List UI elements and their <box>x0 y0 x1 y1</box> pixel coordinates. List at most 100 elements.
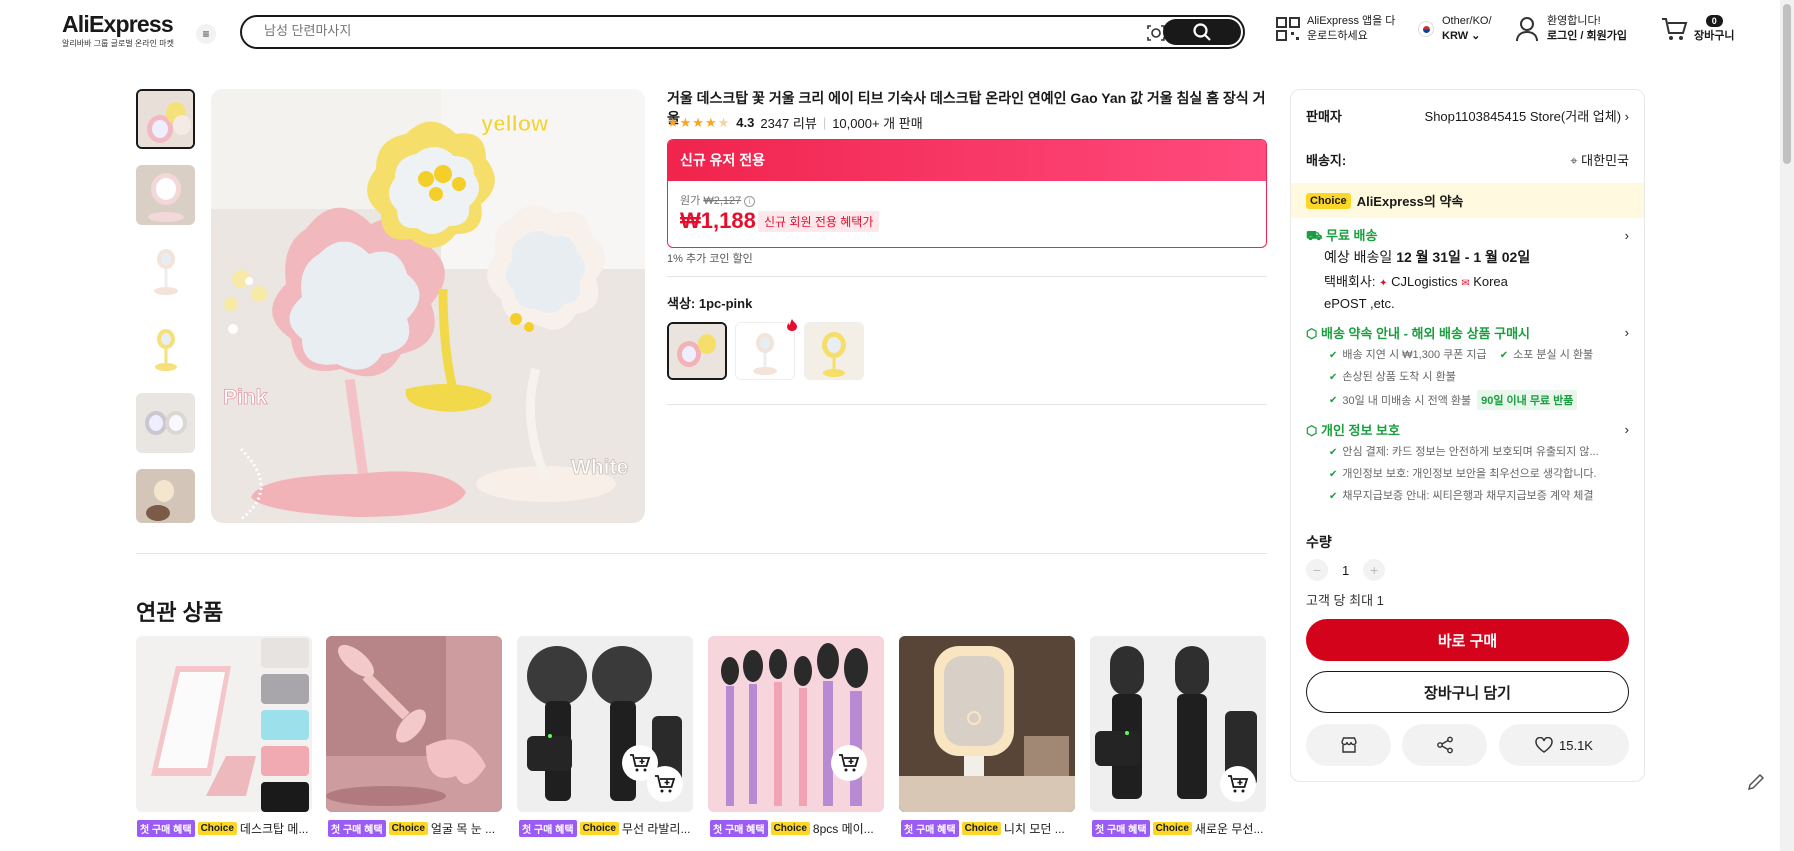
related-product-caption[interactable]: 첫 구매 혜택 Choice 얼굴 목 눈 ... <box>328 820 508 837</box>
seller-name[interactable]: Shop1103845415 Store(거래 업체) <box>1425 109 1622 124</box>
add-to-cart-icon[interactable] <box>831 745 867 781</box>
related-product-caption[interactable]: 첫 구매 혜택 Choice 무선 라발리... <box>519 820 699 837</box>
promise-line-2: ✔ 손상된 상품 도착 시 환불 <box>1329 368 1456 384</box>
edit-pencil-icon[interactable] <box>1744 770 1768 794</box>
related-product-card[interactable] <box>708 636 884 812</box>
choice-promise-text: AliExpress의 약속 <box>1356 194 1464 209</box>
promo-header: 신규 유저 전용 <box>668 140 1266 181</box>
seller-label: 판매자 <box>1306 109 1342 124</box>
scrollbar-thumb[interactable] <box>1783 4 1791 164</box>
related-product-name: 데스크탑 메... <box>239 822 309 836</box>
promise-line-1: ✔ 배송 지연 시 ₩1,300 쿠폰 지급 ✔ 소포 분실 시 환불 <box>1329 346 1593 362</box>
free-return-badge: 90일 이내 무료 반품 <box>1477 390 1578 410</box>
related-product-caption[interactable]: 첫 구매 혜택 Choice 새로운 무선... <box>1092 820 1272 837</box>
thumbnail-3[interactable] <box>136 241 195 301</box>
location-pin-icon: ⌖ <box>1570 153 1578 168</box>
thumbnail-1[interactable] <box>136 89 195 149</box>
shield-icon: ⬡ <box>1306 326 1318 341</box>
privacy-item: 채무지급보증 안내: 씨티은행과 채무지급보증 계약 체결 <box>1342 490 1594 502</box>
aliexpress-logo[interactable]: AliExpress 알리바바 그룹 글로벌 온라인 마켓 <box>62 12 174 49</box>
rating-summary: ★★★★★ 4.3 2347 리뷰 | 10,000+ 개 판매 <box>667 113 923 132</box>
add-to-cart-icon[interactable] <box>622 745 658 781</box>
check-icon: ✔ <box>1329 350 1338 361</box>
chevron-right-icon: › <box>1624 422 1629 437</box>
user-icon <box>1516 17 1538 42</box>
related-product-card[interactable] <box>1090 636 1266 812</box>
quantity-value[interactable]: 1 <box>1342 563 1349 578</box>
related-product-card[interactable] <box>136 636 312 812</box>
main-product-image[interactable]: yellow Pink White <box>211 89 645 523</box>
cart-link[interactable]: 0 장바구니 <box>1660 14 1734 44</box>
promise-item: 소포 분실 시 환불 <box>1513 349 1594 361</box>
privacy-item: 개인정보 보호: 개인정보 보안을 최우선으로 생각합니다. <box>1342 468 1597 480</box>
ship-to-row[interactable]: 배송지: ⌖ 대한민국 <box>1306 150 1629 169</box>
login-signup-link[interactable]: 로그인 / 회원가입 <box>1547 29 1627 44</box>
first-purchase-tag: 첫 구매 혜택 <box>1092 820 1150 837</box>
related-product-card[interactable] <box>899 636 1075 812</box>
thumbnail-6[interactable] <box>136 469 195 523</box>
menu-icon[interactable]: ≡ <box>196 24 216 44</box>
thumbnail-2[interactable] <box>136 165 195 225</box>
check-icon: ✔ <box>1329 447 1338 458</box>
seller-row[interactable]: 판매자 Shop1103845415 Store(거래 업체) › <box>1306 106 1629 125</box>
qr-code-icon <box>1276 17 1300 41</box>
related-product-card[interactable] <box>326 636 502 812</box>
color-swatch-yellow[interactable] <box>804 322 864 380</box>
add-to-cart-icon[interactable] <box>1220 766 1256 802</box>
carrier-info: 택배회사: ✦ CJLogistics ✉ Korea ePOST ,etc. <box>1324 272 1564 314</box>
check-icon: ✔ <box>1499 350 1509 361</box>
first-purchase-tag: 첫 구매 혜택 <box>901 820 959 837</box>
share-button[interactable] <box>1402 724 1487 766</box>
thumbnail-4[interactable] <box>136 317 195 377</box>
privacy-item: 안심 결제: 카드 정보는 안전하게 보호되며 유출되지 않... <box>1342 446 1599 458</box>
purchase-panel: 판매자 Shop1103845415 Store(거래 업체) › 배송지: ⌖… <box>1290 89 1645 782</box>
add-to-cart-button[interactable]: 장바구니 담기 <box>1306 671 1629 713</box>
store-button[interactable] <box>1306 724 1391 766</box>
ship-label: 배송지: <box>1306 153 1347 168</box>
star-rating-icon: ★★★★★ <box>667 114 731 130</box>
app-line1: AliExpress 앱을 다 <box>1307 15 1396 27</box>
delivery-estimate: 예상 배송일 12 월 31일 - 1 월 02일 <box>1324 247 1530 267</box>
related-products-title: 연관 상품 <box>136 600 224 625</box>
privacy-shield-icon: ⬡ <box>1306 423 1318 438</box>
first-purchase-tag: 첫 구매 혜택 <box>137 820 195 837</box>
free-shipping-row[interactable]: ⛟ 무료 배송 › <box>1306 225 1629 246</box>
check-icon: ✔ <box>1329 394 1338 406</box>
search-input[interactable] <box>264 23 1144 38</box>
color-swatch-pink[interactable] <box>667 322 727 380</box>
related-product-card[interactable] <box>517 636 693 812</box>
related-product-caption[interactable]: 첫 구매 혜택 Choice 8pcs 메이... <box>710 820 890 837</box>
thumbnail-5[interactable] <box>136 393 195 453</box>
sale-price: ₩1,188 <box>680 208 756 233</box>
privacy-row[interactable]: ⬡ 개인 정보 보호 › <box>1306 420 1629 439</box>
choice-tag: Choice <box>961 822 1001 835</box>
korea-post-logo-icon: ✉ <box>1461 278 1470 289</box>
related-product-name: 무선 라발리... <box>621 822 691 836</box>
related-product-caption[interactable]: 첫 구매 혜택 Choice 니치 모던 ... <box>901 820 1081 837</box>
delivery-promise-row[interactable]: ⬡ 배송 약속 안내 - 해외 배송 상품 구매시 › <box>1306 323 1629 342</box>
review-count[interactable]: 2347 리뷰 <box>760 113 816 132</box>
choice-tag: Choice <box>1152 822 1192 835</box>
app-download[interactable]: AliExpress 앱을 다 운로드하세요 <box>1275 14 1395 44</box>
chevron-right-icon: › <box>1624 228 1629 243</box>
buy-now-button[interactable]: 바로 구매 <box>1306 619 1629 661</box>
region-selector[interactable]: Other/KO/ KRW ⌄ <box>1418 14 1492 44</box>
check-icon: ✔ <box>1329 491 1338 502</box>
choice-tag: Choice <box>579 822 619 835</box>
minus-button[interactable]: − <box>1306 559 1328 581</box>
info-icon[interactable]: i <box>744 196 756 207</box>
check-icon: ✔ <box>1329 469 1338 480</box>
color-label: 색상: 1pc-pink <box>667 296 753 311</box>
plus-button[interactable]: + <box>1363 559 1386 581</box>
choice-tag: Choice <box>197 822 237 835</box>
price-badge: 신규 회원 전용 혜택가 <box>758 211 880 232</box>
wishlist-button[interactable]: 15.1K <box>1499 724 1629 766</box>
cart-icon <box>1662 18 1688 40</box>
ship-destination: 대한민국 <box>1581 153 1629 168</box>
check-icon: ✔ <box>1329 372 1338 383</box>
welcome-text: 환영합니다! <box>1547 15 1601 27</box>
account-menu[interactable]: 환영합니다! 로그인 / 회원가입 <box>1515 14 1627 44</box>
related-product-name: 8pcs 메이... <box>812 822 874 836</box>
related-product-caption[interactable]: 첫 구매 혜택 Choice 데스크탑 메... <box>137 820 317 837</box>
search-button[interactable] <box>1163 19 1241 45</box>
